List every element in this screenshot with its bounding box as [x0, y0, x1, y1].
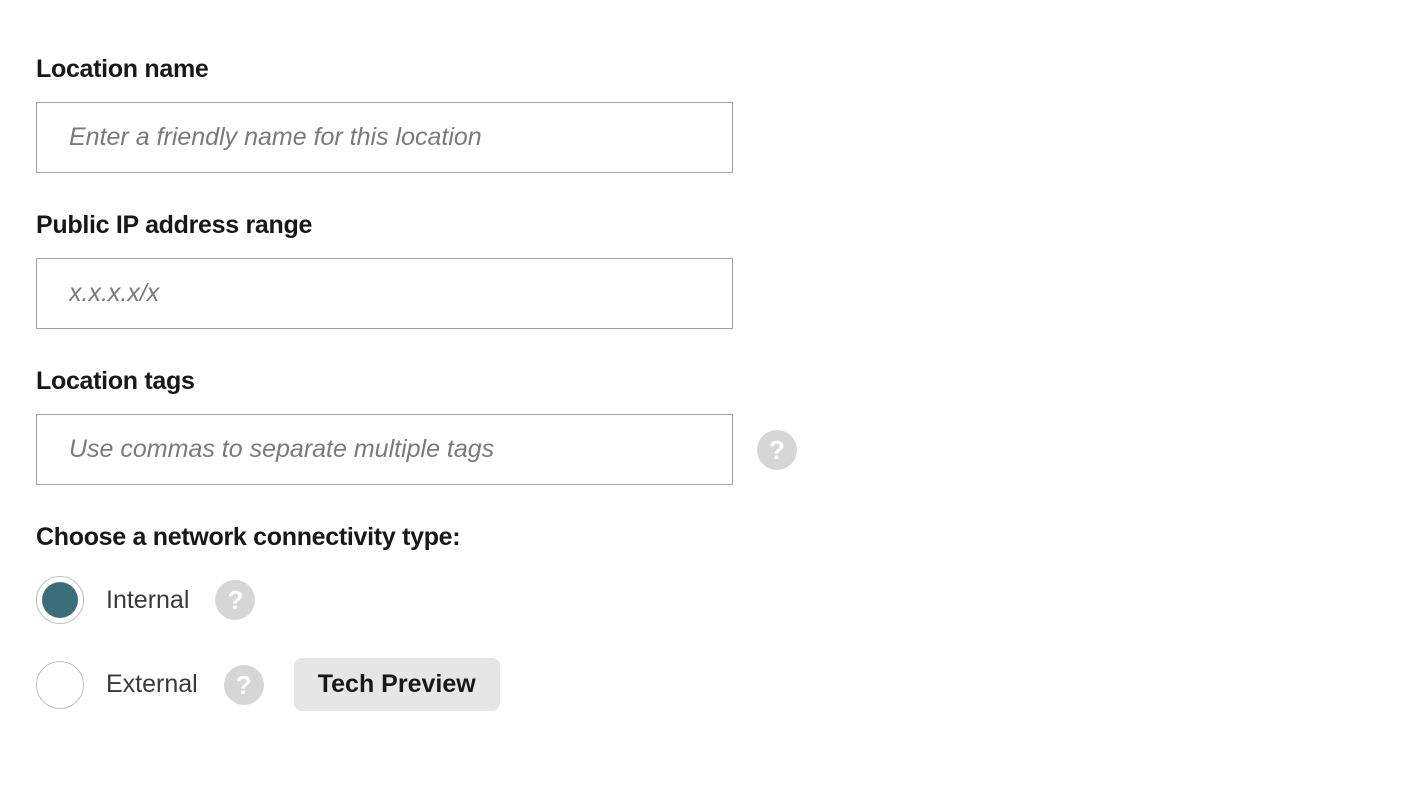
public-ip-input[interactable] — [36, 258, 733, 329]
help-icon[interactable]: ? — [215, 580, 255, 620]
location-name-input[interactable] — [36, 102, 733, 173]
radio-external[interactable] — [36, 661, 84, 709]
radio-internal-selected-indicator — [42, 582, 78, 618]
help-icon[interactable]: ? — [757, 430, 797, 470]
radio-internal-label: Internal — [106, 586, 189, 615]
help-icon[interactable]: ? — [224, 665, 264, 705]
location-name-label: Location name — [36, 55, 1384, 84]
location-tags-input[interactable] — [36, 414, 733, 485]
location-tags-label: Location tags — [36, 367, 1384, 396]
connectivity-type-label: Choose a network connectivity type: — [36, 523, 1384, 552]
radio-external-label: External — [106, 670, 198, 699]
public-ip-label: Public IP address range — [36, 211, 1384, 240]
connectivity-radio-group: Internal ? External ? Tech Preview — [36, 576, 1384, 711]
radio-internal[interactable] — [36, 576, 84, 624]
tech-preview-badge: Tech Preview — [294, 658, 500, 711]
